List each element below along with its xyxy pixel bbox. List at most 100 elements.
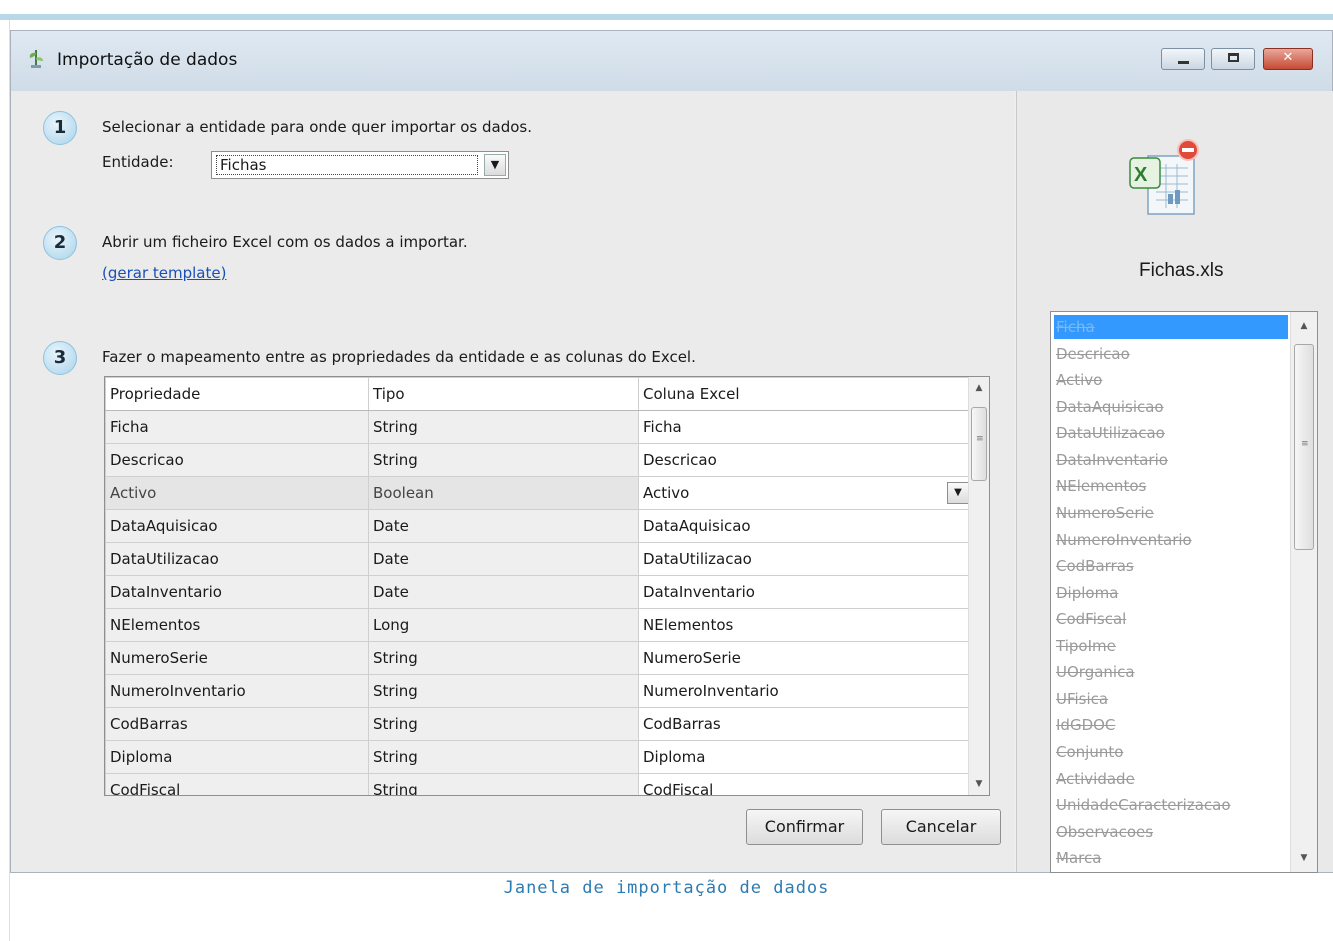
chevron-down-icon[interactable]: ▼ <box>484 154 506 176</box>
excel-column-cell[interactable]: NElementos <box>638 608 972 642</box>
excel-column-dropdown[interactable]: Activo ▼ <box>638 476 972 510</box>
close-icon: ✕ <box>1282 50 1294 65</box>
title-bar[interactable]: Importação de dados ✕ <box>11 31 1332 91</box>
table-row[interactable]: Ficha String Ficha <box>105 410 972 444</box>
scroll-thumb[interactable]: ≡ <box>971 407 987 481</box>
scroll-down-icon[interactable]: ▼ <box>969 775 989 793</box>
generate-template-link[interactable]: (gerar template) <box>102 264 226 282</box>
entity-select-value: Fichas <box>216 155 478 175</box>
property-cell: DataInventario <box>105 575 369 609</box>
list-item[interactable]: TipoIme <box>1054 634 1288 658</box>
table-row[interactable]: DataInventario Date DataInventario <box>105 575 972 609</box>
list-item[interactable]: Diploma <box>1054 581 1288 605</box>
property-cell: Descricao <box>105 443 369 477</box>
list-item[interactable]: DataInventario <box>1054 448 1288 472</box>
main-panel: 1 Selecionar a entidade para onde quer i… <box>11 91 1014 872</box>
type-cell: String <box>368 641 639 675</box>
file-panel: X Fichas.xls Ficha Descricao Activo Data… <box>1016 91 1333 873</box>
table-row-selected[interactable]: Activo Boolean Activo ▼ <box>105 476 972 510</box>
list-item[interactable]: Descricao <box>1054 342 1288 366</box>
list-item[interactable]: Marca <box>1054 846 1288 870</box>
table-row[interactable]: DataUtilizacao Date DataUtilizacao <box>105 542 972 576</box>
entity-label: Entidade: <box>102 153 174 171</box>
cancel-button[interactable]: Cancelar <box>881 809 1001 845</box>
step-3-text: Fazer o mapeamento entre as propriedades… <box>102 348 696 366</box>
minimize-button[interactable] <box>1161 48 1205 70</box>
confirm-button[interactable]: Confirmar <box>746 809 863 845</box>
list-item[interactable]: Actividade <box>1054 767 1288 791</box>
excel-column-cell[interactable]: NumeroSerie <box>638 641 972 675</box>
list-scrollbar[interactable]: ▲ ≡ ▼ <box>1290 312 1317 872</box>
list-item[interactable]: CodBarras <box>1054 554 1288 578</box>
excel-column-cell[interactable]: CodFiscal <box>638 773 972 795</box>
type-cell: String <box>368 410 639 444</box>
excel-column-cell[interactable]: DataUtilizacao <box>638 542 972 576</box>
column-header-propriedade[interactable]: Propriedade <box>105 377 369 411</box>
type-cell: String <box>368 773 639 795</box>
column-header-tipo[interactable]: Tipo <box>368 377 639 411</box>
scroll-up-icon[interactable]: ▲ <box>969 379 989 397</box>
excel-columns-list[interactable]: Ficha Descricao Activo DataAquisicao Dat… <box>1050 311 1318 873</box>
list-item[interactable]: CodFiscal <box>1054 607 1288 631</box>
table-row[interactable]: NElementos Long NElementos <box>105 608 972 642</box>
list-item[interactable]: DataUtilizacao <box>1054 421 1288 445</box>
table-row[interactable]: NumeroInventario String NumeroInventario <box>105 674 972 708</box>
excel-column-cell[interactable]: CodBarras <box>638 707 972 741</box>
list-item[interactable]: NumeroInventario <box>1054 528 1288 552</box>
type-cell: Long <box>368 608 639 642</box>
type-cell: Date <box>368 575 639 609</box>
list-item[interactable]: NumeroSerie <box>1054 501 1288 525</box>
svg-text:X: X <box>1134 164 1148 186</box>
table-row[interactable]: DataAquisicao Date DataAquisicao <box>105 509 972 543</box>
scroll-down-icon[interactable]: ▼ <box>1291 848 1317 868</box>
property-cell: NumeroSerie <box>105 641 369 675</box>
list-item[interactable]: UOrganica <box>1054 660 1288 684</box>
column-header-coluna-excel[interactable]: Coluna Excel <box>638 377 972 411</box>
excel-column-cell[interactable]: NumeroInventario <box>638 674 972 708</box>
property-cell: Diploma <box>105 740 369 774</box>
excel-file-icon[interactable]: X <box>1122 136 1212 236</box>
mapping-table: Propriedade Tipo Coluna Excel Ficha Strin… <box>105 377 972 795</box>
table-row[interactable]: CodFiscal String CodFiscal <box>105 773 972 795</box>
close-button[interactable]: ✕ <box>1263 48 1313 70</box>
list-item[interactable]: NElementos <box>1054 474 1288 498</box>
table-row[interactable]: Descricao String Descricao <box>105 443 972 477</box>
list-item[interactable]: UnidadeCaracterizacao <box>1054 793 1288 817</box>
chevron-down-icon[interactable]: ▼ <box>947 482 969 504</box>
table-header: Propriedade Tipo Coluna Excel <box>105 377 972 411</box>
property-cell: NElementos <box>105 608 369 642</box>
minimize-icon <box>1178 61 1189 64</box>
list-item[interactable]: Observacoes <box>1054 820 1288 844</box>
file-name: Fichas.xls <box>1139 260 1224 281</box>
excel-column-cell[interactable]: Diploma <box>638 740 972 774</box>
excel-column-value: Activo <box>643 484 690 502</box>
window-title: Importação de dados <box>57 50 238 70</box>
list-item[interactable]: Conjunto <box>1054 740 1288 764</box>
list-item[interactable]: DataAquisicao <box>1054 395 1288 419</box>
excel-column-cell[interactable]: DataInventario <box>638 575 972 609</box>
grid-scrollbar[interactable]: ▲ ≡ ▼ <box>968 377 989 795</box>
scroll-up-icon[interactable]: ▲ <box>1291 316 1317 336</box>
table-row[interactable]: Diploma String Diploma <box>105 740 972 774</box>
table-row[interactable]: NumeroSerie String NumeroSerie <box>105 641 972 675</box>
step-2-badge: 2 <box>43 226 77 260</box>
maximize-icon <box>1228 53 1239 62</box>
list-item[interactable]: Activo <box>1054 368 1288 392</box>
entity-select[interactable]: Fichas ▼ <box>211 151 509 179</box>
figure-caption: Janela de importação de dados <box>503 878 830 898</box>
property-cell: CodFiscal <box>105 773 369 795</box>
excel-column-cell[interactable]: DataAquisicao <box>638 509 972 543</box>
maximize-button[interactable] <box>1211 48 1255 70</box>
scroll-thumb[interactable]: ≡ <box>1294 344 1314 550</box>
mapping-grid[interactable]: Propriedade Tipo Coluna Excel Ficha Strin… <box>104 376 990 796</box>
list-item[interactable]: Ficha <box>1054 315 1288 339</box>
type-cell: String <box>368 674 639 708</box>
list-item[interactable]: UFisica <box>1054 687 1288 711</box>
type-cell: Date <box>368 509 639 543</box>
excel-column-cell[interactable]: Ficha <box>638 410 972 444</box>
property-cell: NumeroInventario <box>105 674 369 708</box>
list-item[interactable]: IdGDOC <box>1054 713 1288 737</box>
excel-column-cell[interactable]: Descricao <box>638 443 972 477</box>
table-row[interactable]: CodBarras String CodBarras <box>105 707 972 741</box>
step-3-badge: 3 <box>43 341 77 375</box>
